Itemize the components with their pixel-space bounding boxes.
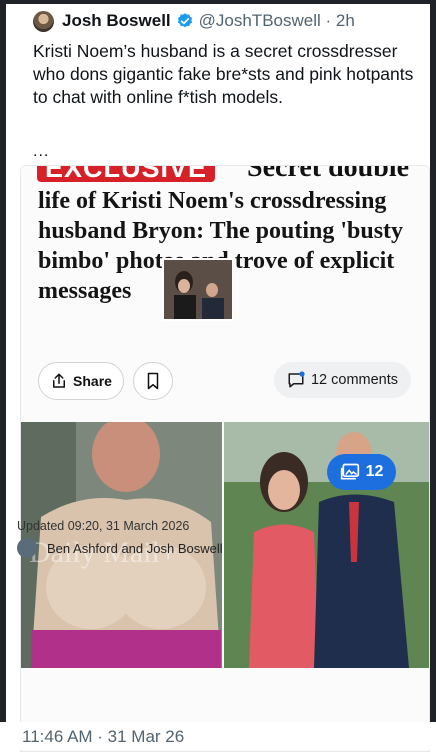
- article-photo-right[interactable]: [224, 422, 429, 668]
- byline-avatar: [17, 538, 37, 558]
- share-icon: [53, 373, 66, 388]
- exclusive-badge: EXCLUSIVE: [37, 166, 216, 182]
- headline-cut-text: Secret double: [247, 166, 410, 183]
- inset-photo-illustration: [164, 260, 232, 319]
- photo-gallery-count[interactable]: 12: [327, 454, 396, 490]
- window-edge-left: [0, 0, 6, 750]
- window-edge-right: [430, 0, 436, 750]
- share-button[interactable]: Share: [38, 362, 124, 400]
- show-more-ellipsis[interactable]: ...: [33, 143, 49, 161]
- author-avatar[interactable]: [33, 10, 54, 32]
- comments-count: 12 comments: [310, 372, 399, 388]
- author-handle[interactable]: @JoshTBoswell · 2h: [199, 11, 355, 31]
- bookmark-icon: [147, 372, 159, 390]
- window-edge-top: [0, 0, 436, 4]
- comments-button[interactable]: 12 comments: [274, 362, 411, 398]
- post-text: Kristi Noem’s husband is a secret crossd…: [33, 41, 414, 107]
- post-timestamp[interactable]: 11:46 AM · 31 Mar 26: [22, 727, 184, 747]
- post-header: Josh Boswell @JoshTBoswell · 2h: [33, 8, 428, 34]
- byline-row: Ben Ashford and Josh Boswell: [17, 538, 223, 558]
- share-label: Share: [73, 373, 112, 389]
- verified-badge-icon: [177, 13, 192, 28]
- photo-count-value: 12: [365, 463, 384, 480]
- author-name[interactable]: Josh Boswell: [62, 11, 171, 31]
- comment-icon: [288, 371, 305, 388]
- byline-text: Ben Ashford and Josh Boswell: [47, 540, 223, 556]
- inset-photo[interactable]: [162, 258, 234, 321]
- article-updated: Updated 09:20, 31 March 2026: [17, 519, 190, 533]
- photo-right-illustration: [224, 422, 429, 668]
- gallery-icon: [340, 463, 359, 480]
- bookmark-button[interactable]: [133, 362, 173, 400]
